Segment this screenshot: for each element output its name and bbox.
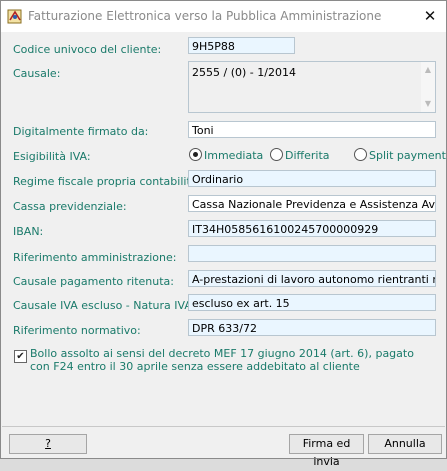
title-bar[interactable]: Fatturazione Elettronica verso la Pubbli…	[1, 1, 446, 32]
regime-label: Regime fiscale propria contabilità:	[13, 175, 202, 188]
causale-ritenuta-label: Causale pagamento ritenuta:	[13, 275, 174, 288]
firmato-input[interactable]: Toni	[188, 121, 436, 138]
causale-scrollbar[interactable]: ▲ ▼	[421, 62, 435, 112]
close-button[interactable]: ✕	[418, 5, 442, 27]
radio-split-label: Split payment	[369, 149, 446, 162]
cancel-button[interactable]: Annulla	[368, 434, 442, 454]
causale-label: Causale:	[13, 67, 61, 80]
cassa-label: Cassa previdenziale:	[13, 200, 127, 213]
iban-label: IBAN:	[13, 225, 44, 238]
causale-text: 2555 / (0) - 1/2014	[192, 66, 296, 79]
codice-univoco-input[interactable]: 9H5P88	[188, 37, 295, 54]
causale-iva-input[interactable]: escluso ex art. 15	[188, 294, 436, 311]
radio-split-payment[interactable]: Split payment	[354, 148, 446, 162]
causale-ritenuta-input[interactable]: A-prestazioni di lavoro autonomo rientra…	[188, 270, 436, 287]
causale-textarea[interactable]: 2555 / (0) - 1/2014 ▲ ▼	[188, 61, 436, 113]
scroll-down-icon[interactable]: ▼	[423, 99, 433, 109]
firmato-label: Digitalmente firmato da:	[13, 125, 149, 138]
codice-univoco-label: Codice univoco del cliente:	[13, 43, 162, 56]
window-title: Fatturazione Elettronica verso la Pubbli…	[28, 9, 382, 23]
help-button[interactable]: ?	[9, 434, 87, 454]
esigibilita-label: Esigibilità IVA:	[13, 150, 91, 163]
checkmark-icon: ✔	[16, 351, 25, 362]
rif-normativo-input[interactable]: DPR 633/72	[188, 319, 436, 336]
radio-differita-label: Differita	[285, 149, 330, 162]
sign-and-send-button[interactable]: Firma ed invia	[289, 434, 364, 468]
form-panel: Codice univoco del cliente: 9H5P88 Causa…	[2, 32, 446, 420]
help-button-label: ?	[45, 437, 51, 450]
radio-unchecked-icon	[354, 148, 367, 161]
footer-divider	[2, 426, 445, 427]
rif-amministrazione-input[interactable]	[188, 245, 436, 262]
bollo-checkbox-label[interactable]: Bollo assolto ai sensi del decreto MEF 1…	[30, 347, 435, 373]
bollo-checkbox[interactable]: ✔	[14, 350, 27, 363]
radio-unchecked-icon	[270, 148, 283, 161]
scroll-up-icon[interactable]: ▲	[423, 65, 433, 75]
iban-input[interactable]: IT34H0585616100245700000929	[188, 220, 436, 237]
radio-checked-icon	[189, 148, 202, 161]
radio-differita[interactable]: Differita	[270, 148, 330, 162]
rif-normativo-label: Riferimento normativo:	[13, 324, 141, 337]
regime-input[interactable]: Ordinario	[188, 170, 436, 187]
radio-immediata-label: Immediata	[204, 149, 264, 162]
rif-amministrazione-label: Riferimento amministrazione:	[13, 251, 177, 264]
app-icon	[7, 9, 22, 24]
cassa-input[interactable]: Cassa Nazionale Previdenza e Assistenza …	[188, 195, 436, 212]
dialog-window: Fatturazione Elettronica verso la Pubbli…	[0, 0, 447, 468]
radio-immediata[interactable]: Immediata	[189, 148, 263, 162]
causale-iva-label: Causale IVA escluso - Natura IVA:	[13, 299, 196, 312]
